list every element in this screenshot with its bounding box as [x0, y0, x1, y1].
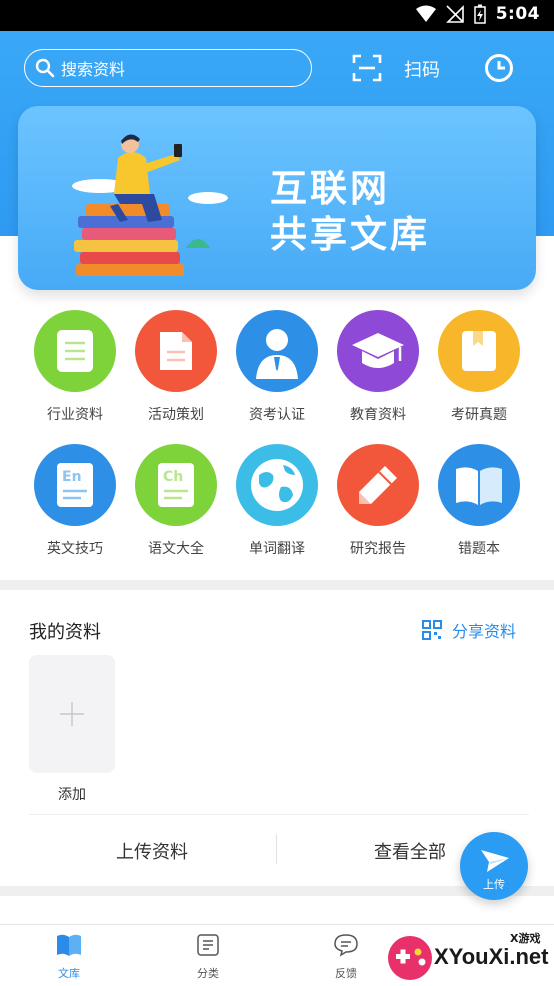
- category-item-chinese[interactable]: Ch 语文大全: [126, 444, 226, 558]
- category-label: 教育资料: [350, 407, 406, 423]
- category-label: 语文大全: [148, 541, 204, 557]
- tab-label: 反馈: [335, 967, 357, 980]
- category-label: 活动策划: [148, 407, 204, 423]
- category-circle: [236, 310, 318, 392]
- scan-button[interactable]: 扫码: [404, 56, 440, 82]
- share-materials-label: 分享资料: [452, 622, 517, 641]
- category-item-exam[interactable]: 考研真题: [429, 310, 529, 424]
- person-icon: [256, 329, 298, 379]
- plus-icon: [60, 702, 84, 726]
- feedback-bubble-icon: [334, 934, 358, 957]
- no-signal-icon: [445, 5, 464, 23]
- category-item-research[interactable]: 研究报告: [328, 444, 428, 558]
- wifi-icon: [415, 5, 436, 22]
- category-circle: [236, 444, 318, 526]
- category-item-education[interactable]: 教育资料: [328, 310, 428, 424]
- tab-feedback[interactable]: 反馈: [306, 933, 386, 981]
- document-icon: [57, 330, 93, 372]
- bookmark-book-icon: [462, 331, 496, 371]
- category-circle: [34, 310, 116, 392]
- graduation-cap-icon: [352, 333, 404, 368]
- category-item-mistakes[interactable]: 错题本: [429, 444, 529, 558]
- tab-library[interactable]: 文库: [29, 933, 109, 981]
- my-materials-title: 我的资料: [29, 622, 101, 643]
- chinese-doc-icon: Ch: [158, 463, 194, 507]
- category-label: 资考认证: [249, 407, 305, 423]
- battery-icon: [473, 4, 486, 24]
- share-materials-button[interactable]: 分享资料: [422, 618, 516, 642]
- section-divider: [0, 580, 554, 590]
- category-circle: [337, 444, 419, 526]
- pencil-icon: [359, 466, 397, 504]
- file-icon: [160, 332, 192, 370]
- category-label: 研究报告: [350, 541, 406, 557]
- scan-icon[interactable]: [352, 54, 382, 82]
- search-placeholder: 搜索资料: [61, 60, 126, 79]
- tab-label: 分类: [197, 967, 219, 980]
- banner-title-line2: 共享文库: [270, 213, 430, 256]
- tab-category[interactable]: 分类: [168, 933, 248, 981]
- category-item-translation[interactable]: 单词翻译: [227, 444, 327, 558]
- watermark-logo: X游戏 XYouXi.net: [384, 928, 550, 984]
- category-circle: [438, 444, 520, 526]
- upload-materials-button[interactable]: 上传资料: [29, 838, 275, 864]
- category-item-certification[interactable]: 资考认证: [227, 310, 327, 424]
- category-label: 英文技巧: [47, 541, 103, 557]
- add-material-card[interactable]: [29, 655, 115, 773]
- svg-text:En: En: [62, 469, 82, 485]
- history-clock-icon[interactable]: [484, 53, 514, 83]
- reading-person-illustration: [72, 134, 228, 276]
- category-label: 考研真题: [451, 407, 507, 423]
- category-item-industry[interactable]: 行业资料: [25, 310, 125, 424]
- qr-code-icon: [422, 620, 442, 640]
- category-circle: [337, 310, 419, 392]
- category-label: 错题本: [458, 541, 500, 557]
- watermark-text: XYouXi.net: [434, 944, 549, 969]
- add-material-label: 添加: [58, 787, 86, 803]
- actions-separator: [276, 834, 277, 864]
- category-item-planning[interactable]: 活动策划: [126, 310, 226, 424]
- upload-fab-button[interactable]: 上传: [460, 832, 528, 900]
- search-icon: [35, 58, 55, 78]
- gamepad-logo-icon: [388, 936, 432, 980]
- status-bar: 5:04: [0, 0, 554, 31]
- svg-text:Ch: Ch: [163, 469, 183, 485]
- category-circle: [438, 310, 520, 392]
- category-item-english[interactable]: En 英文技巧: [25, 444, 125, 558]
- category-circle: [135, 310, 217, 392]
- category-label: 行业资料: [47, 407, 103, 423]
- paper-plane-icon: [481, 850, 509, 872]
- actions-divider: [29, 814, 529, 815]
- tab-label: 文库: [58, 967, 80, 980]
- globe-icon: [251, 459, 303, 511]
- fab-label: 上传: [483, 878, 505, 891]
- promo-banner[interactable]: 互联网 共享文库: [18, 106, 536, 290]
- search-input[interactable]: 搜索资料: [24, 49, 312, 87]
- category-circle: En: [34, 444, 116, 526]
- category-circle: Ch: [135, 444, 217, 526]
- english-doc-icon: En: [57, 463, 93, 507]
- category-label: 单词翻译: [249, 541, 305, 557]
- category-list-icon: [197, 934, 219, 956]
- clock-time: 5:04: [495, 4, 540, 24]
- library-icon: [57, 934, 81, 956]
- open-book-icon: [456, 467, 502, 505]
